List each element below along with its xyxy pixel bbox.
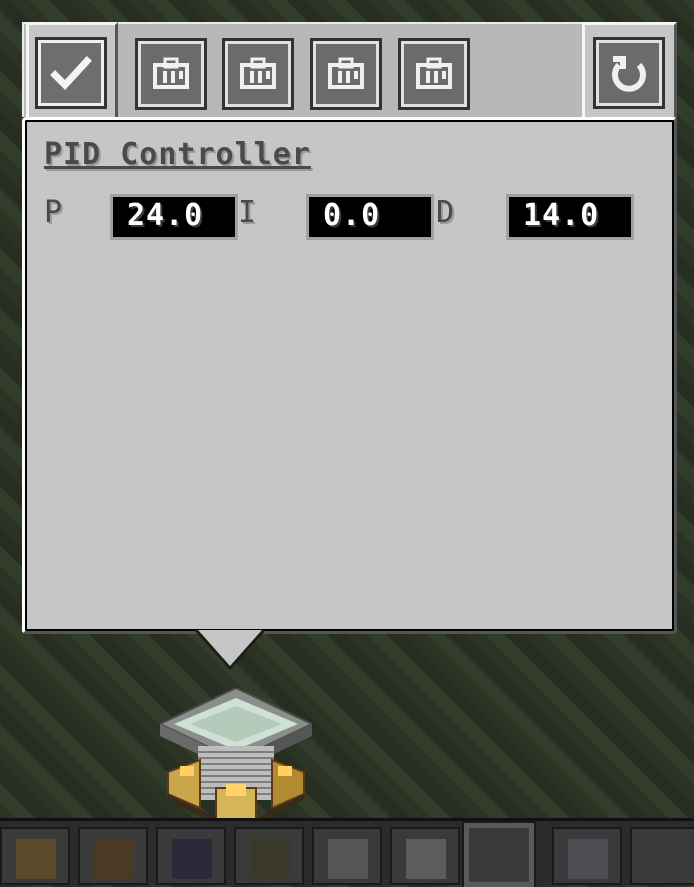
module-tab-4[interactable] bbox=[398, 38, 470, 110]
hotbar-slot-4[interactable] bbox=[234, 827, 304, 885]
pid-controller-block bbox=[157, 686, 315, 834]
reset-button[interactable] bbox=[593, 37, 665, 109]
panel-pointer bbox=[198, 630, 262, 666]
hotbar-slot-9[interactable] bbox=[630, 827, 694, 885]
stone-item-icon bbox=[328, 839, 368, 879]
module-icon bbox=[416, 57, 452, 89]
log-item-icon bbox=[94, 839, 134, 879]
module-tab-1[interactable] bbox=[135, 38, 207, 110]
hotbar-slot-1[interactable] bbox=[0, 827, 70, 885]
controller-item-icon bbox=[568, 839, 608, 879]
hotbar-slot-6[interactable] bbox=[390, 827, 460, 885]
p-label: P bbox=[44, 195, 63, 230]
hotbar-slot-5[interactable] bbox=[312, 827, 382, 885]
module-tab-2[interactable] bbox=[222, 38, 294, 110]
hotbar-slot-3[interactable] bbox=[156, 827, 226, 885]
module-tab-3[interactable] bbox=[310, 38, 382, 110]
refresh-icon bbox=[612, 56, 646, 92]
module-icon bbox=[328, 57, 364, 89]
block-item-icon bbox=[16, 839, 56, 879]
machine-item-icon bbox=[172, 839, 212, 879]
hotbar-slot-7-selected[interactable] bbox=[462, 821, 536, 887]
d-label: D bbox=[436, 195, 455, 230]
hotbar bbox=[0, 818, 694, 887]
module-icon bbox=[240, 57, 276, 89]
hotbar-slot-2[interactable] bbox=[78, 827, 148, 885]
confirm-button[interactable] bbox=[35, 37, 107, 109]
d-value-field[interactable]: 14.0 bbox=[506, 194, 634, 240]
i-value-field[interactable]: 0.0 bbox=[306, 194, 434, 240]
checkmark-icon bbox=[50, 56, 92, 91]
stone-item-icon bbox=[406, 839, 446, 879]
block-item-icon bbox=[250, 839, 290, 879]
page-title: PID Controller bbox=[44, 137, 311, 172]
i-label: I bbox=[238, 195, 257, 230]
module-icon bbox=[153, 57, 189, 89]
p-value-field[interactable]: 24.0 bbox=[110, 194, 238, 240]
hotbar-slot-8[interactable] bbox=[552, 827, 622, 885]
